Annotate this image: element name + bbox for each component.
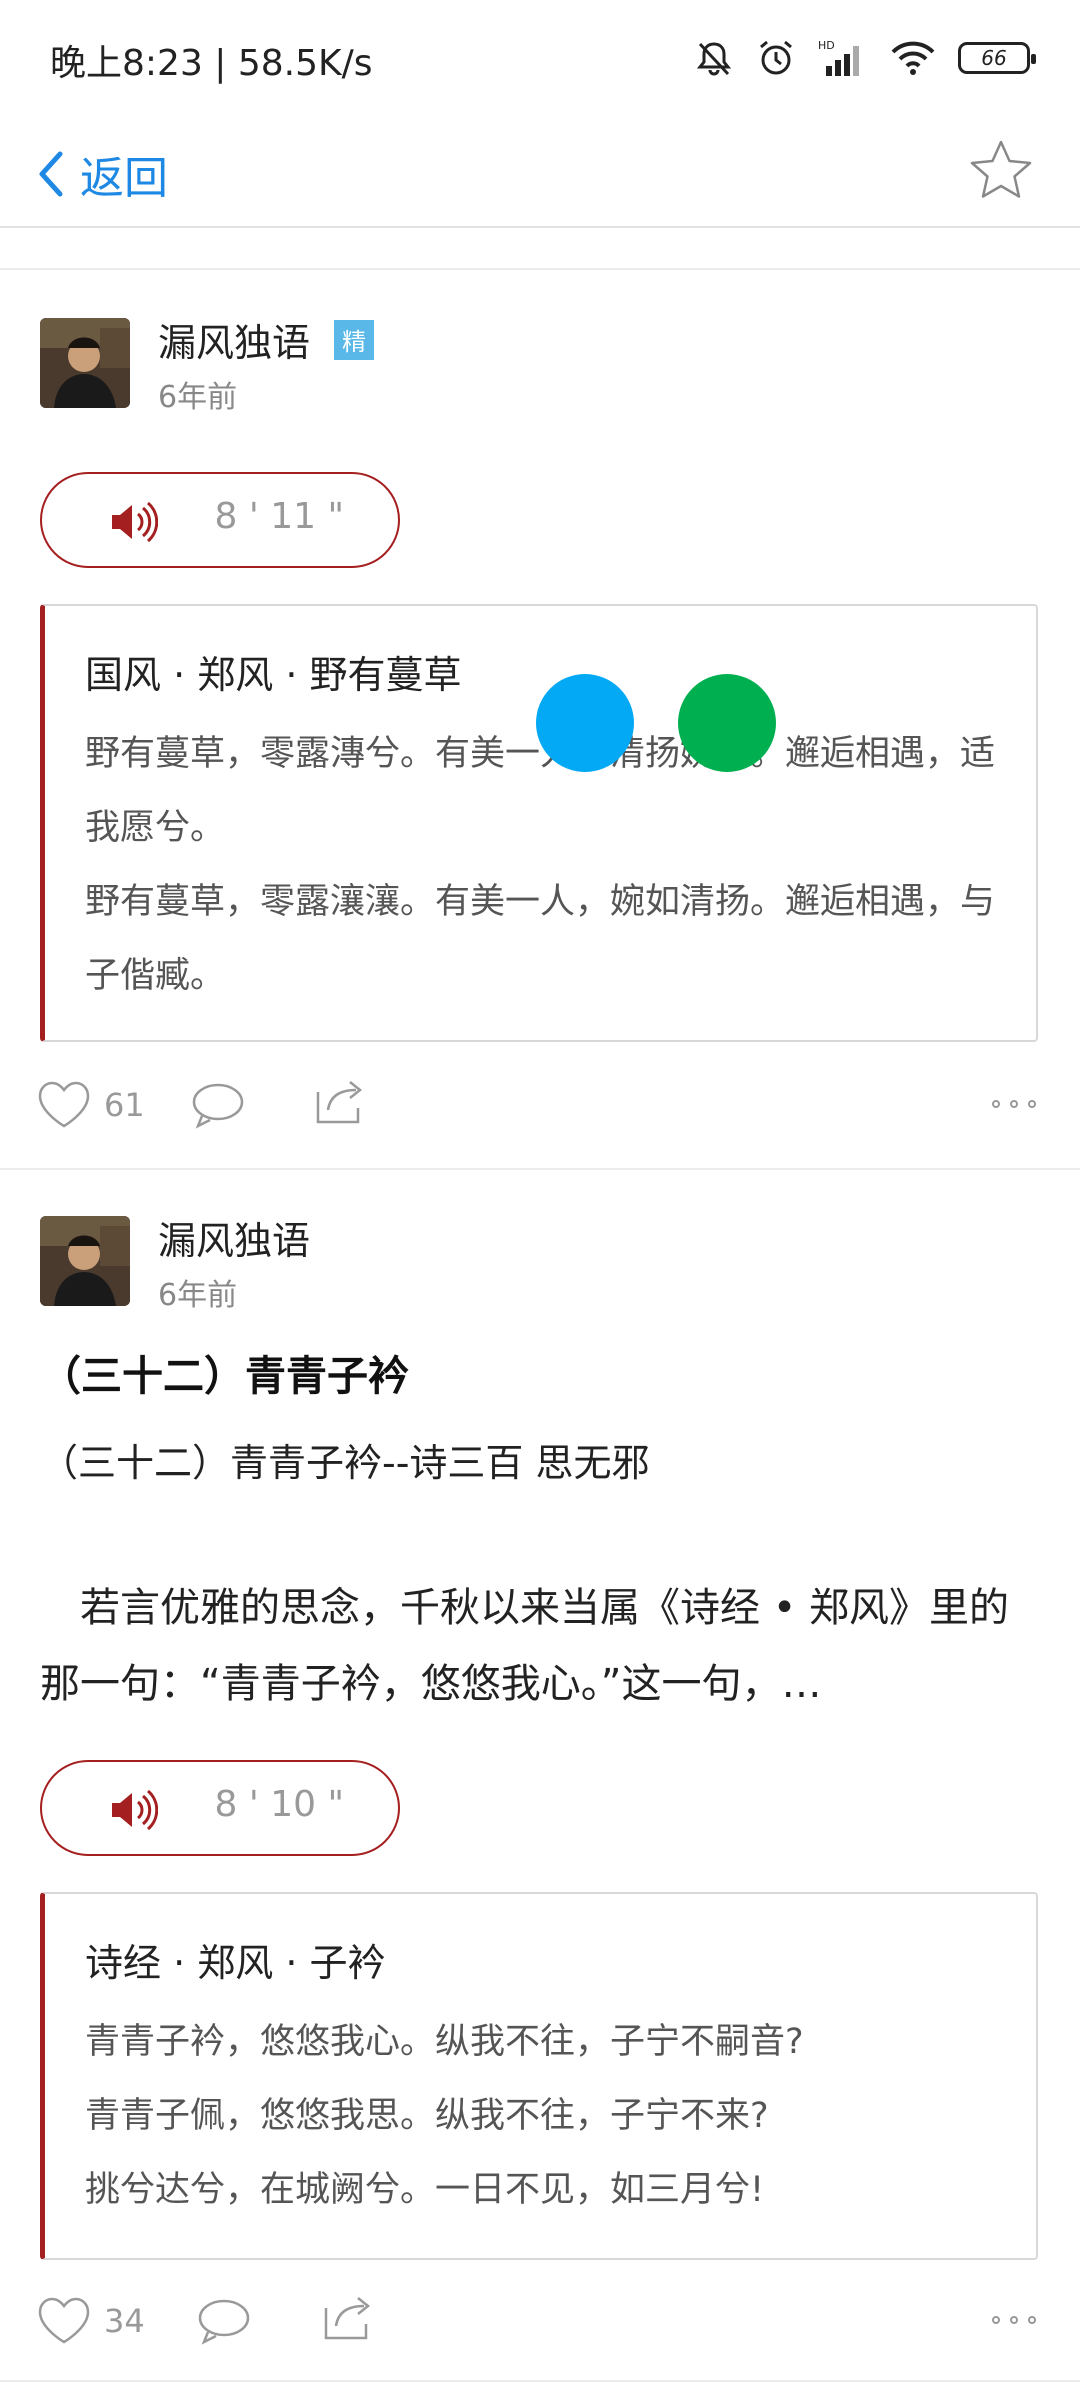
poem-line: 野有蔓草，零露瀼瀼。有美一人，婉如清扬。邂逅相遇，与子偕臧。 — [85, 882, 996, 996]
avatar[interactable] — [40, 318, 130, 408]
alarm-icon — [760, 40, 792, 75]
author-name[interactable]: 漏风独语 — [158, 1210, 310, 1265]
author-row: 漏风独语 精 — [158, 312, 375, 367]
speaker-icon — [112, 1789, 158, 1831]
audio-play-button[interactable]: 8 ' 10 " — [40, 1760, 400, 1856]
post-time: 6年前 — [158, 1278, 238, 1313]
speaker-icon — [112, 501, 158, 543]
audio-duration: 8 ' 11 " — [214, 496, 345, 537]
poem-line: 青青子佩，悠悠我思。纵我不往，子宁不来? — [85, 2096, 769, 2136]
floating-touch-dot-green — [678, 674, 776, 772]
post-divider — [0, 1168, 1080, 1170]
share-icon[interactable] — [322, 2290, 374, 2342]
audio-duration: 8 ' 10 " — [214, 1784, 345, 1825]
status-bar: 晚上8:23 | 58.5K/s HD 66 — [0, 0, 1080, 120]
poem-line: 挑兮达兮，在城阙兮。一日不见，如三月兮! — [85, 2170, 765, 2210]
status-time-speed: 晚上8:23 | 58.5K/s — [50, 43, 373, 84]
avatar[interactable] — [40, 1216, 130, 1306]
chevron-left-icon — [39, 151, 63, 197]
post-actions: 61 — [0, 1070, 1080, 1140]
like-heart-icon[interactable] — [36, 2296, 92, 2346]
floating-touch-dot-blue — [536, 674, 634, 772]
like-heart-icon[interactable] — [36, 1080, 92, 1130]
post-divider — [0, 2380, 1080, 2382]
more-options-icon[interactable] — [992, 1100, 1036, 1108]
section-separator — [0, 268, 1080, 270]
nav-bar: 返回 — [0, 120, 1080, 228]
featured-badge: 精 — [334, 319, 375, 360]
battery-icon: 66 — [958, 42, 1036, 74]
more-options-icon[interactable] — [992, 2316, 1036, 2324]
author-row: 漏风独语 — [158, 1210, 310, 1265]
signal-icon: HD — [818, 39, 859, 76]
author-name[interactable]: 漏风独语 — [158, 312, 310, 367]
article-excerpt[interactable]: 若言优雅的思念，千秋以来当属《诗经 • 郑风》里的那一句：“青青子衿，悠悠我心。… — [40, 1570, 1040, 1722]
article-title[interactable]: （三十二）青青子衿 — [40, 1342, 409, 1402]
star-icon[interactable] — [966, 136, 1036, 206]
like-count: 61 — [104, 1086, 145, 1124]
poem-title: 诗经 · 郑风 · 子衿 — [85, 1941, 386, 1985]
article-subtitle: （三十二）青青子衿--诗三百 思无邪 — [40, 1441, 650, 1485]
status-icons: HD 66 — [694, 38, 1036, 78]
post-time: 6年前 — [158, 380, 238, 415]
poem-line: 青青子衿，悠悠我心。纵我不往，子宁不嗣音? — [85, 2022, 804, 2062]
svg-text:HD: HD — [818, 39, 835, 52]
share-icon[interactable] — [314, 1074, 366, 1126]
like-count: 34 — [104, 2302, 145, 2340]
comment-icon[interactable] — [196, 2296, 252, 2346]
back-label: 返回 — [80, 153, 168, 204]
wifi-icon — [891, 41, 935, 75]
poem-card[interactable]: 诗经 · 郑风 · 子衿 青青子衿，悠悠我心。纵我不往，子宁不嗣音? 青青子佩，… — [40, 1892, 1038, 2260]
post-actions: 34 — [0, 2286, 1080, 2356]
bell-muted-icon — [696, 42, 732, 76]
back-button[interactable]: 返回 — [36, 142, 168, 206]
poem-card[interactable]: 国风 · 郑风 · 野有蔓草 野有蔓草，零露漙兮。有美一人，清扬婉兮。邂逅相遇，… — [40, 604, 1038, 1042]
audio-play-button[interactable]: 8 ' 11 " — [40, 472, 400, 568]
battery-level: 66 — [981, 46, 1007, 70]
comment-icon[interactable] — [190, 1080, 246, 1130]
